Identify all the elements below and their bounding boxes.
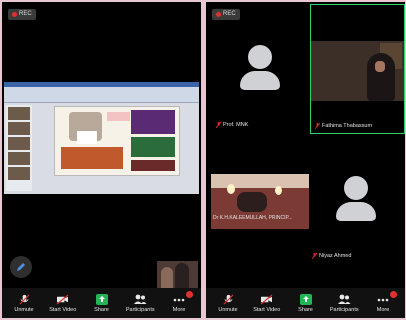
participant-tile[interactable]: Dr K.H.KALEEMULLAH, PRINCIP... <box>211 174 309 229</box>
participant-tile[interactable]: Niyaz Ahmed <box>310 167 405 265</box>
share-icon <box>299 293 312 305</box>
participant-tile[interactable]: Prof. MNK <box>211 40 309 134</box>
self-video-thumbnail[interactable] <box>157 261 198 291</box>
more-button[interactable]: More <box>364 288 402 318</box>
right-meeting-screen: REC Prof. MNK Fathima Thabassum Dr K.H.K… <box>206 2 405 318</box>
more-icon <box>377 298 389 301</box>
share-button[interactable]: Share <box>287 288 325 318</box>
start-video-button[interactable]: Start Video <box>248 288 286 318</box>
participant-name: Prof. MNK <box>216 122 248 128</box>
rec-label: REC <box>19 11 32 17</box>
start-video-button[interactable]: Start Video <box>44 288 82 318</box>
more-badge <box>186 291 193 298</box>
more-label: More <box>172 306 186 313</box>
shared-screen <box>4 82 199 194</box>
mic-muted-icon <box>216 122 221 128</box>
meeting-toolbar: Unmute Start Video Share Participants Mo… <box>206 288 405 318</box>
meeting-toolbar: Unmute Start Video Share Participants Mo… <box>2 288 201 318</box>
annotate-button[interactable] <box>10 256 32 278</box>
share-label: Share <box>94 306 109 313</box>
left-meeting-screen: REC Unmute Start Video Share Participant… <box>2 2 201 318</box>
app-ribbon <box>4 82 199 103</box>
start-video-label: Start Video <box>253 306 281 313</box>
video-off-icon <box>56 293 69 305</box>
mic-muted-icon <box>312 253 317 259</box>
more-button[interactable]: More <box>160 288 198 318</box>
more-icon <box>173 298 185 301</box>
record-dot-icon <box>216 12 221 17</box>
recording-indicator: REC <box>212 9 240 20</box>
unmute-button[interactable]: Unmute <box>209 288 247 318</box>
participant-name: Niyaz Ahmed <box>312 253 351 259</box>
recording-indicator: REC <box>8 9 36 20</box>
share-label: Share <box>298 306 313 313</box>
participants-button[interactable]: Participants <box>325 288 363 318</box>
unmute-label: Unmute <box>218 306 238 313</box>
mic-muted-icon <box>223 294 233 304</box>
unmute-button[interactable]: Unmute <box>5 288 43 318</box>
shared-slide <box>54 106 180 176</box>
participants-icon <box>338 294 351 304</box>
video-off-icon <box>260 293 273 305</box>
participants-icon <box>134 294 147 304</box>
participants-label: Participants <box>329 306 359 313</box>
participants-button[interactable]: Participants <box>121 288 159 318</box>
mic-muted-icon <box>315 123 320 129</box>
pencil-icon <box>17 263 25 271</box>
share-button[interactable]: Share <box>83 288 121 318</box>
share-icon <box>95 293 108 305</box>
more-label: More <box>376 306 390 313</box>
participant-video <box>311 41 404 101</box>
mic-muted-icon <box>19 294 29 304</box>
start-video-label: Start Video <box>49 306 77 313</box>
slide-thumbnails <box>6 105 32 191</box>
participant-name: Fathima Thabassum <box>315 123 372 129</box>
participant-name: Dr K.H.KALEEMULLAH, PRINCIP... <box>213 215 293 221</box>
participant-tile-active[interactable]: Fathima Thabassum <box>310 4 405 134</box>
rec-label: REC <box>223 11 236 17</box>
participants-label: Participants <box>125 306 155 313</box>
unmute-label: Unmute <box>14 306 34 313</box>
more-badge <box>390 291 397 298</box>
record-dot-icon <box>12 12 17 17</box>
